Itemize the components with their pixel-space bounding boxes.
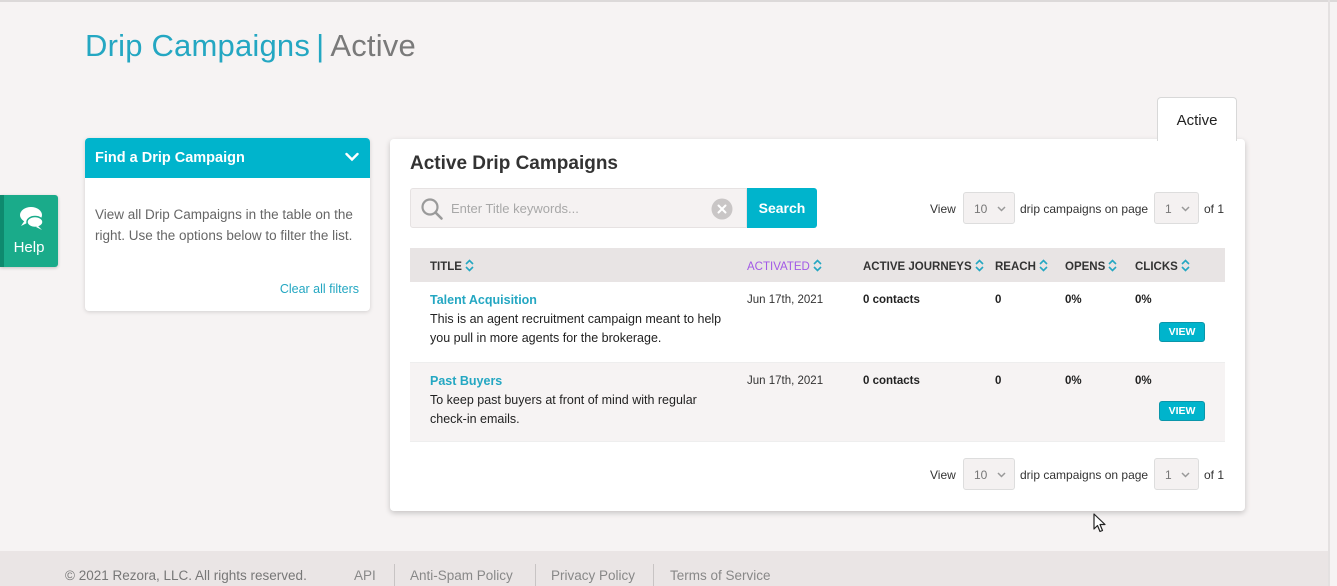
view-button[interactable]: VIEW: [1159, 401, 1205, 421]
top-rule: [0, 0, 1337, 2]
footer-link-privacy[interactable]: Privacy Policy: [551, 568, 635, 583]
column-header-reach[interactable]: REACH: [995, 259, 1048, 273]
table-header: TITLE ACTIVATED ACTIVE JOURNEYS REACH OP…: [410, 248, 1225, 282]
view-button[interactable]: VIEW: [1159, 322, 1205, 342]
column-header-opens[interactable]: OPENS: [1065, 259, 1117, 273]
find-campaign-toggle[interactable]: Find a Drip Campaign: [85, 138, 370, 178]
campaign-clicks: 0%: [1135, 375, 1152, 387]
campaign-activated: Jun 17th, 2021: [747, 375, 824, 387]
chevron-down-icon: [1181, 206, 1190, 212]
footer-divider: [653, 564, 654, 586]
pager-middle-label: drip campaigns on page: [1020, 202, 1149, 216]
right-scroll-edge: [1328, 0, 1330, 586]
sort-icon: [465, 259, 474, 272]
campaign-title-link[interactable]: Talent Acquisition: [430, 293, 537, 307]
per-page-select[interactable]: 10: [963, 458, 1015, 490]
column-header-clicks[interactable]: CLICKS: [1135, 259, 1190, 273]
footer: © 2021 Rezora, LLC. All rights reserved.…: [0, 551, 1328, 586]
chevron-down-icon: [1181, 472, 1190, 478]
footer-link-anti-spam[interactable]: Anti-Spam Policy: [410, 568, 513, 583]
pager-of-label: of 1: [1204, 202, 1225, 216]
clear-filters-link[interactable]: Clear all filters: [280, 282, 359, 296]
campaign-activated: Jun 17th, 2021: [747, 294, 824, 306]
help-button[interactable]: Help: [0, 195, 58, 267]
column-reach-label: REACH: [995, 261, 1036, 273]
pager-middle-label: drip campaigns on page: [1020, 468, 1149, 482]
chat-bubbles-icon: [20, 207, 44, 230]
campaign-active-journeys: 0 contacts: [863, 294, 920, 306]
footer-link-terms[interactable]: Terms of Service: [670, 568, 771, 583]
per-page-select[interactable]: 10: [963, 192, 1015, 224]
page-value: 1: [1165, 468, 1172, 482]
campaigns-panel-title: Active Drip Campaigns: [410, 153, 618, 174]
footer-divider: [535, 564, 536, 586]
page-title: Drip Campaigns | Active: [85, 28, 416, 64]
chevron-down-icon: [997, 206, 1006, 212]
sort-icon: [1039, 259, 1048, 272]
column-opens-label: OPENS: [1065, 261, 1106, 273]
column-title-label: TITLE: [430, 261, 462, 273]
chevron-down-icon: [345, 152, 359, 162]
table-row: Past Buyers To keep past buyers at front…: [410, 363, 1225, 442]
column-active-journeys-label: ACTIVE JOURNEYS: [863, 261, 972, 273]
sort-icon: [1181, 259, 1190, 272]
page-value: 1: [1165, 202, 1172, 216]
sort-icon: [975, 259, 984, 272]
column-header-title[interactable]: TITLE: [430, 259, 474, 273]
per-page-value: 10: [974, 468, 988, 482]
search-button[interactable]: Search: [747, 188, 817, 228]
campaign-opens: 0%: [1065, 294, 1082, 306]
mouse-cursor-icon: [1093, 513, 1106, 533]
clear-search-icon[interactable]: [711, 198, 733, 220]
page-title-separator: |: [316, 28, 325, 63]
campaign-opens: 0%: [1065, 375, 1082, 387]
column-header-activated[interactable]: ACTIVATED: [747, 259, 822, 273]
campaign-clicks: 0%: [1135, 294, 1152, 306]
help-button-edge: [0, 195, 4, 267]
table-row: Talent Acquisition This is an agent recr…: [410, 282, 1225, 363]
column-activated-label: ACTIVATED: [747, 261, 810, 273]
campaign-reach: 0: [995, 294, 1002, 306]
page-title-secondary: Active: [330, 28, 416, 63]
find-campaign-title: Find a Drip Campaign: [95, 150, 245, 166]
column-header-active-journeys[interactable]: ACTIVE JOURNEYS: [863, 259, 984, 273]
campaign-reach: 0: [995, 375, 1002, 387]
search-input[interactable]: [451, 198, 706, 218]
pager-of-label: of 1: [1204, 468, 1225, 482]
find-campaign-panel: Find a Drip Campaign View all Drip Campa…: [85, 138, 370, 311]
campaign-description: This is an agent recruitment campaign me…: [430, 312, 722, 345]
sort-icon: [813, 259, 822, 272]
find-campaign-description: View all Drip Campaigns in the table on …: [95, 207, 353, 243]
page-title-primary: Drip Campaigns: [85, 28, 311, 63]
campaign-description: To keep past buyers at front of mind wit…: [430, 393, 697, 426]
campaigns-panel: Active Drip Campaigns Search View 10 dri…: [390, 139, 1245, 511]
sort-icon: [1108, 259, 1117, 272]
help-label: Help: [13, 239, 45, 256]
footer-link-api[interactable]: API: [354, 568, 376, 583]
tab-active[interactable]: Active: [1157, 97, 1237, 141]
page-select[interactable]: 1: [1154, 458, 1199, 490]
page-select[interactable]: 1: [1154, 192, 1199, 224]
pager-view-label: View: [930, 468, 956, 482]
search-icon: [421, 198, 443, 220]
column-clicks-label: CLICKS: [1135, 261, 1178, 273]
footer-divider: [394, 564, 395, 586]
campaign-active-journeys: 0 contacts: [863, 375, 920, 387]
per-page-value: 10: [974, 202, 988, 216]
chevron-down-icon: [997, 472, 1006, 478]
footer-copyright: © 2021 Rezora, LLC. All rights reserved.: [65, 568, 307, 583]
campaign-title-link[interactable]: Past Buyers: [430, 374, 502, 388]
search-field: [410, 188, 747, 228]
pager-view-label: View: [930, 202, 956, 216]
